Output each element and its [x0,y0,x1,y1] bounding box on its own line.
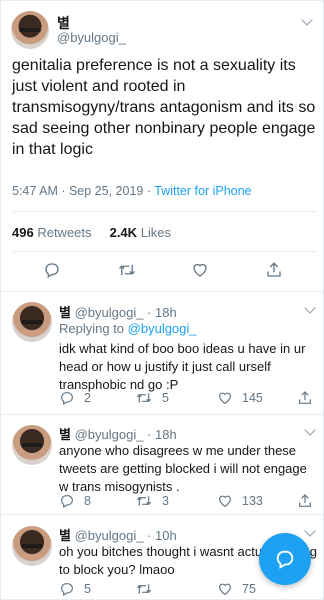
compose-tweet-button[interactable] [259,533,311,585]
reply-header: 별 @byulgogi_ · 18h [59,424,177,443]
retweets-stat[interactable]: 496 Retweets [12,225,92,240]
chevron-down-icon[interactable] [304,302,316,314]
tweet-thread: 별 @byulgogi_ genitalia preference is not… [0,0,324,600]
retweet-button[interactable] [135,581,162,597]
tweet-stats: 496 Retweets 2.4K Likes [12,225,171,240]
reply-header: 별 @byulgogi_ · 10h [59,525,177,544]
tweet-time: 5:47 AM · Sep 25, 2019 · [12,184,155,198]
reply-count: 8 [84,494,91,508]
like-button[interactable] [191,261,209,279]
tweet-timestamp: 5:47 AM · Sep 25, 2019 · Twitter for iPh… [12,184,252,198]
handle[interactable]: @byulgogi_ [57,30,126,45]
avatar[interactable] [12,526,52,566]
retweet-icon [136,584,152,594]
reply-tweet[interactable]: 별 @byulgogi_ · 18h Replying to @byulgogi… [1,291,324,414]
replying-to-link[interactable]: @byulgogi_ [128,321,197,336]
retweet-count: 5 [162,391,169,405]
display-name[interactable]: 별 [59,305,71,320]
retweet-button[interactable]: 3 [135,493,169,509]
retweet-icon [119,264,135,276]
share-button[interactable] [265,261,283,279]
likes-stat[interactable]: 2.4K Likes [110,225,171,240]
retweet-icon [136,393,152,403]
replying-to: Replying to @byulgogi_ [59,321,197,336]
heart-icon [193,263,207,277]
handle[interactable]: @byulgogi_ · 18h [75,305,177,320]
retweet-button[interactable]: 5 [135,390,169,406]
like-count: 133 [242,494,263,508]
reply-count: 2 [84,391,91,405]
reply-actions: 2 5 145 [1,390,324,408]
reply-text: anyone who disagrees w me under these tw… [59,443,307,494]
reply-text: idk what kind of boo boo ideas u have in… [59,341,306,392]
share-icon [267,262,281,277]
main-tweet: 별 @byulgogi_ genitalia preference is not… [1,1,324,291]
divider [12,251,317,252]
avatar[interactable] [12,425,52,465]
share-icon [299,494,311,507]
reply-button[interactable]: 5 [59,581,91,597]
like-button[interactable]: 75 [217,581,256,597]
like-count: 145 [242,391,263,405]
retweet-count: 3 [162,494,169,508]
retweet-button[interactable] [117,261,137,279]
display-name[interactable]: 별 [59,427,71,442]
share-button[interactable] [297,390,313,406]
like-count: 75 [242,582,256,596]
heart-icon [219,392,231,405]
chevron-down-icon[interactable] [304,424,316,436]
tweet-source-link[interactable]: Twitter for iPhone [154,184,251,198]
reply-count: 5 [84,582,91,596]
like-button[interactable]: 133 [217,493,263,509]
handle[interactable]: @byulgogi_ · 18h [75,427,177,442]
reply-icon [61,583,73,597]
reply-icon [61,392,73,406]
heart-icon [219,583,231,596]
handle[interactable]: @byulgogi_ · 10h [75,528,177,543]
avatar[interactable] [11,11,49,49]
reply-button[interactable]: 2 [59,390,91,406]
divider [12,211,317,212]
tweet-actions [1,261,324,283]
reply-actions: 5 75 [1,581,324,599]
avatar[interactable] [12,302,52,342]
share-icon [299,391,311,404]
reply-header: 별 @byulgogi_ · 18h [59,302,177,321]
reply-actions: 8 3 133 [1,493,324,511]
reply-icon [61,495,73,509]
chevron-down-icon[interactable] [304,525,316,537]
chevron-down-icon[interactable] [301,14,313,26]
reply-icon [45,263,59,278]
reply-button[interactable] [43,261,61,279]
reply-button[interactable]: 8 [59,493,91,509]
heart-icon [219,495,231,508]
like-button[interactable]: 145 [217,390,263,406]
tweet-text: genitalia preference is not a sexuality … [12,57,316,158]
share-button[interactable] [297,493,313,509]
retweet-icon [136,496,152,506]
display-name[interactable]: 별 [59,528,71,543]
reply-tweet[interactable]: 별 @byulgogi_ · 18h anyone who disagrees … [1,414,324,514]
chat-bubble-icon [276,550,294,569]
